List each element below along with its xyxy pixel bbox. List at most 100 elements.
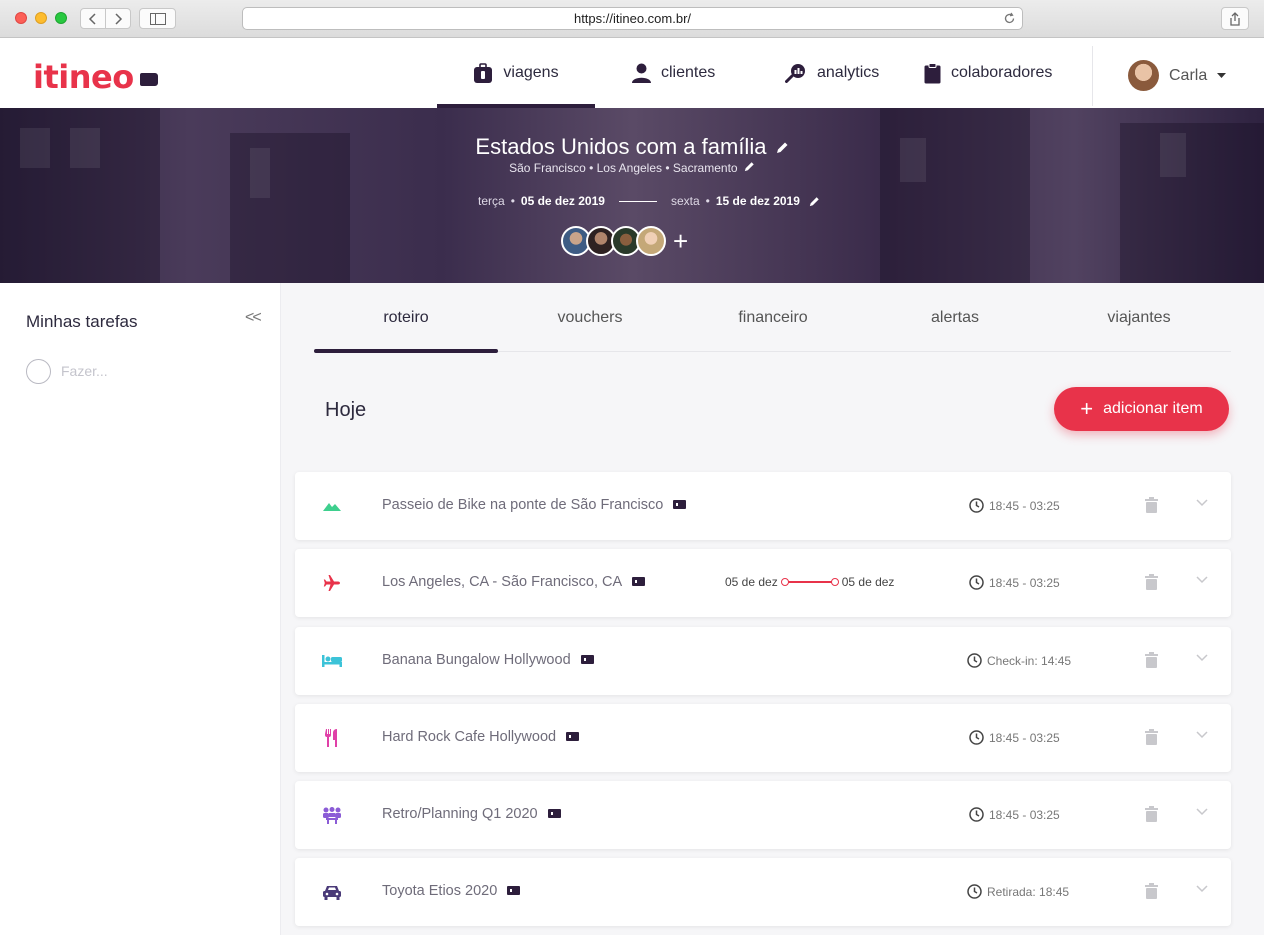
item-name: Los Angeles, CA - São Francisco, CA [382, 574, 623, 590]
user-menu[interactable]: Carla [1128, 60, 1227, 91]
item-name: Hard Rock Cafe Hollywood [382, 729, 557, 745]
nav-clientes-label: clientes [661, 64, 716, 81]
back-button[interactable] [80, 8, 106, 29]
item-time-text: 18:45 - 03:25 [989, 575, 1060, 590]
nav-colaboradores[interactable]: colaboradores [924, 38, 1052, 108]
browser-toolbar: https://itineo.com.br/ [0, 0, 1264, 38]
item-name-row: Retro/Planning Q1 2020 [382, 806, 561, 822]
item-time-text: 18:45 - 03:25 [989, 498, 1060, 513]
add-traveler-button[interactable]: + [673, 228, 688, 254]
item-time: 18:45 - 03:25 [969, 575, 1060, 590]
chevron-down-icon[interactable] [1196, 808, 1208, 816]
new-task-input[interactable]: Fazer... [61, 363, 108, 379]
task-checkbox[interactable] [26, 359, 51, 384]
item-name: Banana Bungalow Hollywood [382, 652, 571, 668]
date-range-line [618, 200, 657, 202]
range-line [780, 578, 839, 586]
share-button[interactable] [1221, 7, 1249, 30]
airplane-icon [321, 572, 343, 594]
nav-colaboradores-label: colaboradores [951, 64, 1053, 81]
zoom-window-button[interactable] [55, 12, 67, 24]
collapse-panel-button[interactable]: << [245, 309, 262, 327]
avatar [1128, 60, 1159, 91]
clock-icon [969, 807, 984, 822]
traveler-avatars: + [561, 226, 688, 256]
close-window-button[interactable] [15, 12, 27, 24]
trash-icon[interactable] [1145, 729, 1158, 745]
minimize-window-button[interactable] [35, 12, 47, 24]
start-day: terça [478, 194, 505, 208]
itinerary-item[interactable]: Toyota Etios 2020 Retirada: 18:45 [295, 858, 1231, 926]
nav-analytics[interactable]: analytics [785, 38, 879, 108]
item-name: Passeio de Bike na ponte de São Francisc… [382, 497, 664, 513]
trip-hero: Estados Unidos com a família São Francis… [0, 108, 1264, 283]
flight-date-range: 05 de dez 05 de dez [725, 575, 894, 589]
caret-down-icon [1217, 72, 1227, 78]
voucher-icon[interactable] [547, 809, 561, 818]
tab-viajantes[interactable]: viajantes [1047, 283, 1231, 352]
itinerary-item[interactable]: Passeio de Bike na ponte de São Francisc… [295, 472, 1231, 540]
restaurant-icon [321, 727, 343, 749]
item-time: 18:45 - 03:25 [969, 807, 1060, 822]
voucher-icon[interactable] [580, 655, 594, 664]
item-time-text: Check-in: 14:45 [987, 653, 1072, 668]
trip-cities[interactable]: São Francisco • Los Angeles • Sacramento [0, 161, 1264, 175]
itinerary-item[interactable]: Banana Bungalow Hollywood Check-in: 14:4… [295, 627, 1231, 695]
trip-dates[interactable]: terça • 05 de dez 2019 sexta • 15 de dez 201… [478, 194, 820, 208]
plus-icon: + [1080, 396, 1094, 421]
tab-alertas[interactable]: alertas [863, 283, 1047, 352]
item-time: Check-in: 14:45 [967, 653, 1071, 668]
nav-viagens-label: viagens [503, 64, 559, 81]
logo[interactable]: itineo [33, 58, 134, 96]
trash-icon[interactable] [1145, 497, 1158, 513]
voucher-icon[interactable] [566, 732, 580, 741]
itinerary-item[interactable]: Retro/Planning Q1 2020 18:45 - 03:25 [295, 781, 1231, 849]
bed-icon [321, 650, 343, 672]
day-title: Hoje [325, 399, 367, 421]
voucher-icon[interactable] [632, 577, 646, 586]
item-name-row: Los Angeles, CA - São Francisco, CA [382, 574, 646, 590]
tasks-title: Minhas tarefas [26, 312, 138, 331]
sidebar-toggle-button[interactable] [139, 8, 176, 29]
forward-button[interactable] [105, 8, 131, 29]
pencil-icon[interactable] [744, 161, 755, 172]
itinerary-item[interactable]: Los Angeles, CA - São Francisco, CA 05 d… [295, 549, 1231, 617]
chevron-down-icon[interactable] [1196, 654, 1208, 662]
sidebar-icon [149, 12, 166, 25]
header-divider [1092, 46, 1093, 106]
start-date: 05 de dez 2019 [520, 194, 605, 208]
pencil-icon[interactable] [776, 141, 789, 154]
chevron-down-icon[interactable] [1196, 499, 1208, 507]
trip-title[interactable]: Estados Unidos com a família [0, 134, 1264, 160]
voucher-icon[interactable] [507, 886, 521, 895]
trash-icon[interactable] [1145, 574, 1158, 590]
suitcase-icon [474, 62, 493, 83]
item-time-text: 18:45 - 03:25 [989, 730, 1060, 745]
avatar[interactable] [636, 226, 666, 256]
trash-icon[interactable] [1145, 883, 1158, 899]
tab-roteiro[interactable]: roteiro [314, 283, 498, 353]
tab-vouchers[interactable]: vouchers [498, 283, 682, 352]
chevron-down-icon[interactable] [1196, 576, 1208, 584]
meeting-icon [321, 804, 343, 826]
add-item-button[interactable]: + adicionar item [1054, 387, 1229, 431]
chevron-right-icon [115, 12, 123, 25]
trip-title-text: Estados Unidos com a família [475, 134, 767, 159]
trash-icon[interactable] [1145, 652, 1158, 668]
address-bar[interactable]: https://itineo.com.br/ [242, 7, 1023, 30]
chevron-down-icon[interactable] [1196, 885, 1208, 893]
clock-icon [967, 884, 982, 899]
nav-clientes[interactable]: clientes [632, 38, 715, 108]
trash-icon[interactable] [1145, 806, 1158, 822]
voucher-icon[interactable] [673, 500, 687, 509]
itinerary-item[interactable]: Hard Rock Cafe Hollywood 18:45 - 03:25 [295, 704, 1231, 772]
item-time: Retirada: 18:45 [967, 884, 1069, 899]
reload-icon[interactable] [1003, 12, 1016, 25]
pencil-icon[interactable] [809, 196, 820, 207]
tab-financeiro[interactable]: financeiro [681, 283, 865, 352]
item-time-text: 18:45 - 03:25 [989, 807, 1060, 822]
chevron-down-icon[interactable] [1196, 731, 1208, 739]
bullet: • [510, 194, 515, 208]
item-time-text: Retirada: 18:45 [987, 884, 1070, 899]
nav-viagens[interactable]: viagens [437, 38, 595, 108]
